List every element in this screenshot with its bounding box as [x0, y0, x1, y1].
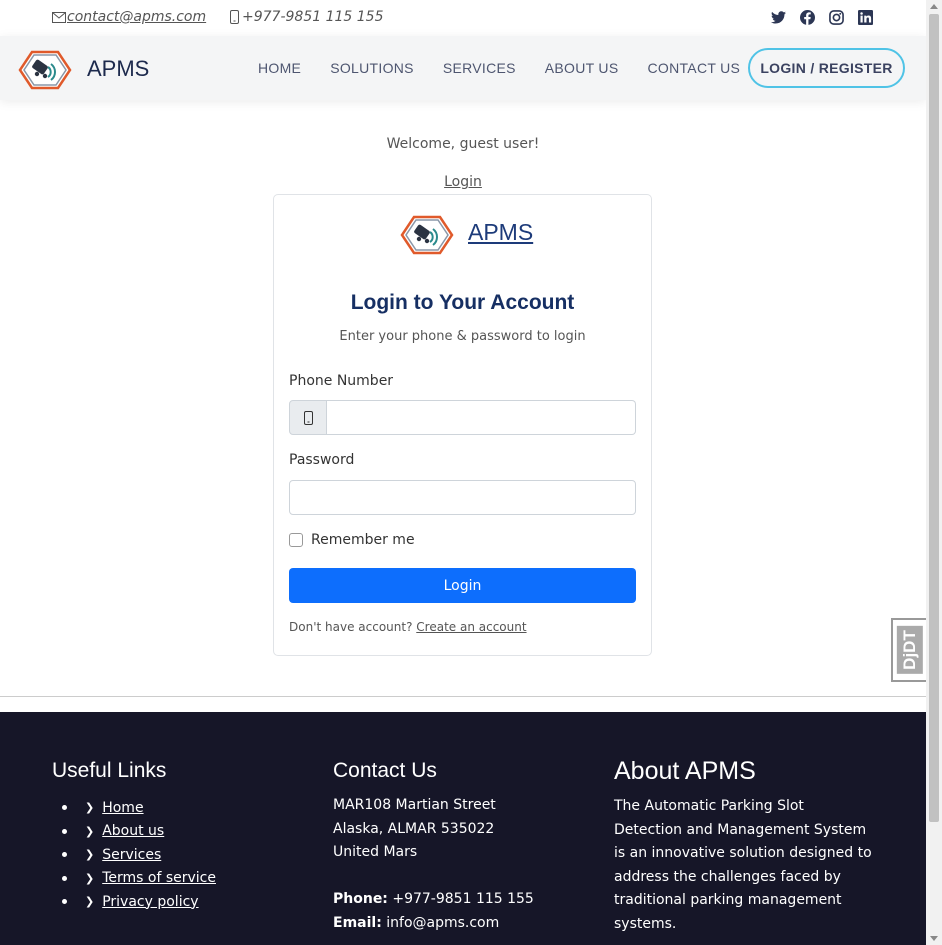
scrollbar-thumb[interactable]: [929, 14, 939, 822]
remember-me: Remember me: [289, 532, 415, 548]
phone-input[interactable]: [327, 400, 636, 435]
phone-label: Phone Number: [289, 373, 394, 389]
brand-name[interactable]: APMS: [87, 56, 149, 82]
top-phone: +977-9851 115 155: [230, 9, 383, 25]
top-phone-text: +977-9851 115 155: [242, 9, 384, 25]
address-line: Alaska, ALMAR 535022: [333, 820, 495, 837]
about-text: The Automatic Parking Slot Detection and…: [614, 798, 872, 932]
main-nav: HOME SOLUTIONS SERVICES ABOUT US CONTACT…: [258, 60, 769, 76]
mobile-icon: [230, 10, 239, 24]
footer-link-privacy[interactable]: Privacy policy: [102, 894, 198, 910]
list-item: ❯ Terms of service: [62, 867, 216, 891]
apms-logo[interactable]: [18, 50, 72, 94]
phone-value: +977-9851 115 155: [392, 891, 534, 907]
address-line: United Mars: [333, 844, 418, 860]
facebook-icon[interactable]: [799, 9, 815, 25]
no-account-text: Don't have account?: [289, 620, 413, 634]
remember-checkbox[interactable]: [289, 533, 303, 547]
remember-label: Remember me: [311, 532, 415, 548]
create-account-link[interactable]: Create an account: [416, 620, 526, 634]
card-brand-link[interactable]: APMS: [468, 219, 533, 246]
main-header: APMS HOME SOLUTIONS SERVICES ABOUT US CO…: [0, 36, 926, 100]
envelope-icon: [52, 11, 66, 23]
nav-home[interactable]: HOME: [258, 60, 301, 76]
phone-label: Phone:: [333, 891, 388, 907]
nav-contact-us[interactable]: CONTACT US: [647, 60, 740, 76]
instagram-icon[interactable]: [828, 9, 844, 25]
login-register-button[interactable]: LOGIN / REGISTER: [748, 48, 905, 88]
contact-heading: Contact Us: [333, 759, 437, 782]
list-item: ❯ Home: [62, 796, 216, 820]
footer: Useful Links ❯ Home ❯ About us ❯ Services ❯…: [0, 712, 926, 945]
useful-links-heading: Useful Links: [52, 759, 167, 782]
twitter-icon[interactable]: [770, 9, 786, 25]
contact-email: Email: info@apms.com: [333, 912, 534, 936]
phone-input-group: [289, 400, 636, 435]
login-subtitle: Enter your phone & password to login: [339, 329, 586, 344]
chevron-right-icon: ❯: [85, 895, 95, 909]
email-value: info@apms.com: [386, 914, 500, 931]
useful-links-list: ❯ Home ❯ About us ❯ Services ❯ Terms of serv…: [62, 796, 216, 914]
password-input[interactable]: [289, 480, 636, 515]
list-item: ❯ Privacy policy: [62, 890, 216, 914]
top-email: contact@apms.com: [52, 9, 206, 25]
address-line: MAR108 Martian Street: [333, 797, 496, 813]
debug-toolbar-label: DjDT: [896, 626, 923, 674]
scroll-down-icon[interactable]: [930, 936, 938, 941]
login-card: APMS Login to Your Account Enter your ph…: [273, 194, 652, 656]
linkedin-icon[interactable]: [857, 9, 873, 25]
create-account-row: Don't have account? Create an account: [289, 620, 527, 634]
nav-solutions[interactable]: SOLUTIONS: [330, 60, 414, 76]
mobile-icon: [289, 400, 327, 435]
about-heading: About APMS: [614, 757, 756, 785]
debug-toolbar-handle[interactable]: DjDT: [891, 618, 926, 682]
chevron-right-icon: ❯: [85, 848, 95, 862]
footer-link-about[interactable]: About us: [102, 823, 164, 839]
scrollbar[interactable]: [926, 0, 942, 945]
list-item: ❯ Services: [62, 843, 216, 867]
nav-about-us[interactable]: ABOUT US: [545, 60, 619, 76]
nav-services[interactable]: SERVICES: [443, 60, 516, 76]
login-title: Login to Your Account: [350, 291, 575, 314]
email-label: Email:: [333, 914, 382, 931]
login-link-wrap: Login: [0, 174, 926, 190]
chevron-right-icon: ❯: [85, 824, 95, 838]
list-item: ❯ About us: [62, 820, 216, 844]
login-button[interactable]: Login: [289, 568, 636, 603]
card-logo: [400, 215, 454, 259]
scroll-up-icon[interactable]: [930, 4, 938, 9]
social-links: [770, 9, 873, 25]
login-link[interactable]: Login: [444, 174, 482, 190]
top-email-link[interactable]: contact@apms.com: [67, 9, 206, 25]
welcome-message: Welcome, guest user!: [386, 136, 540, 152]
footer-link-terms[interactable]: Terms of service: [102, 870, 216, 886]
password-label: Password: [289, 452, 355, 468]
top-bar: contact@apms.com +977-9851 115 155: [0, 0, 926, 36]
footer-link-home[interactable]: Home: [102, 800, 143, 816]
contact-details: MAR108 Martian Street Alaska, ALMAR 5350…: [333, 794, 534, 935]
contact-phone: Phone: +977-9851 115 155: [333, 888, 534, 912]
chevron-right-icon: ❯: [85, 801, 95, 815]
footer-divider: [0, 696, 926, 697]
chevron-right-icon: ❯: [85, 871, 95, 885]
footer-link-services[interactable]: Services: [102, 847, 161, 863]
